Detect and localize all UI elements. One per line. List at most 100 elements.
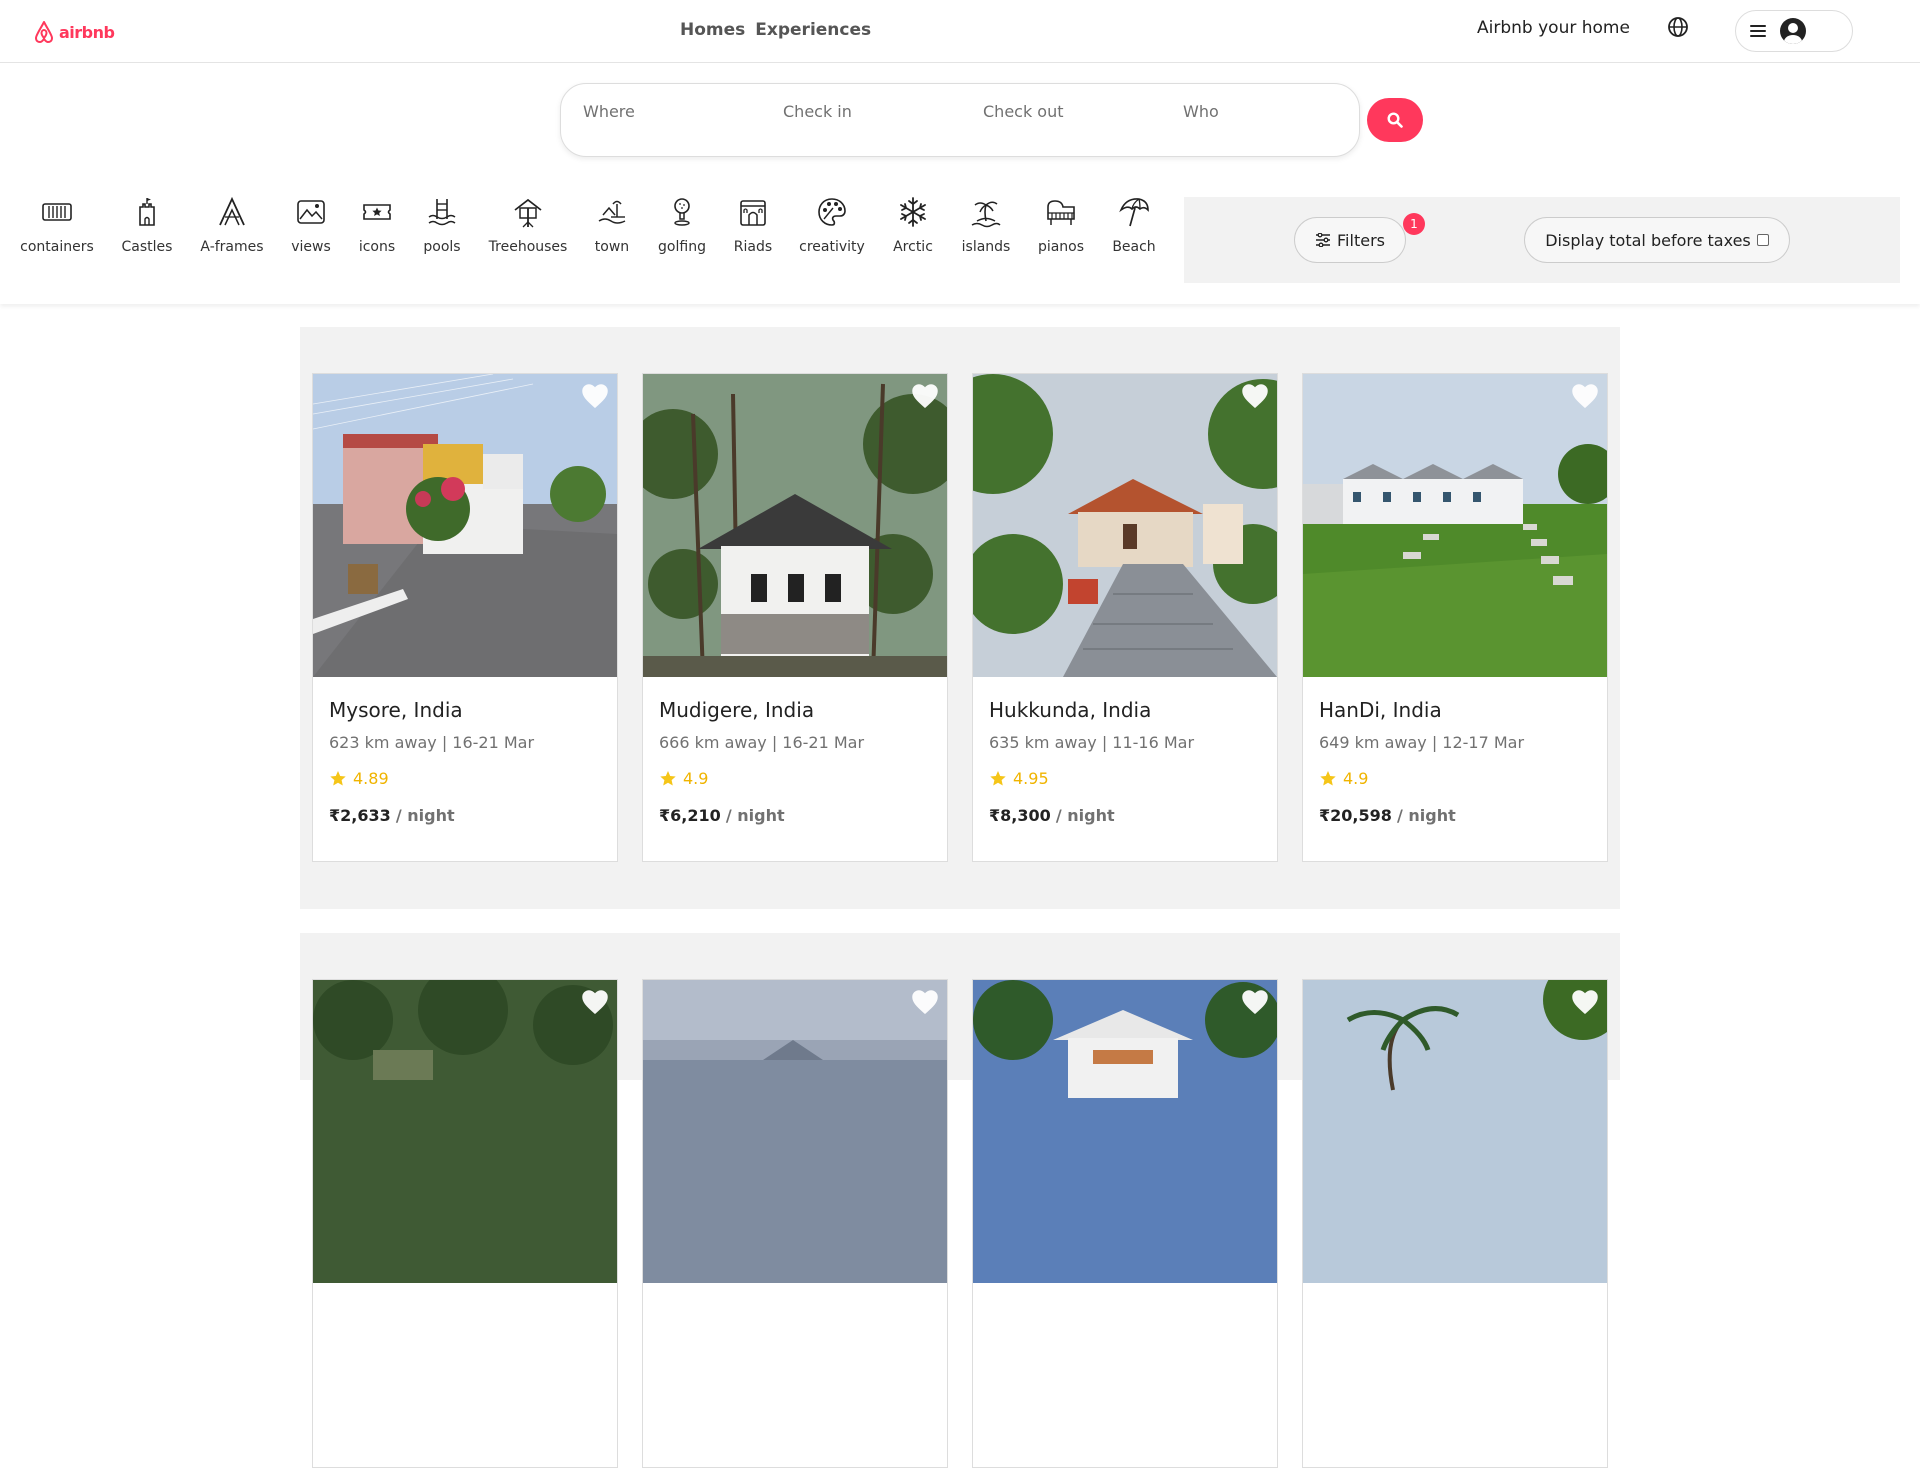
listing-photo[interactable] [973,374,1277,677]
listing-rating: 4.9 [1319,769,1595,788]
search-icon [1387,112,1403,128]
a-frame-icon [214,194,250,230]
hamburger-icon [1750,25,1766,37]
check-out-field[interactable]: Check out [983,102,1064,121]
category-treehouses[interactable]: Treehouses [484,194,572,255]
listing-title: Mysore, India [329,698,463,722]
logo-text: airbnb [59,22,115,42]
airbnb-logo-icon [35,21,53,43]
category-label: views [291,239,331,255]
category-icons[interactable]: icons [352,194,402,255]
listing-details: Mysore, India 623 km away | 16-21 Mar 4.… [329,698,605,825]
listing-card[interactable]: Mysore, India 623 km away | 16-21 Mar 4.… [312,373,618,862]
category-riads[interactable]: Riads [728,194,778,255]
heart-icon[interactable] [911,989,939,1015]
listing-title: HanDi, India [1319,698,1442,722]
riad-icon [735,194,771,230]
heart-icon[interactable] [1571,989,1599,1015]
star-icon [1320,771,1336,786]
star-icon [330,771,346,786]
listing-distance-dates: 666 km away | 16-21 Mar [659,733,865,752]
listing-photo[interactable] [313,980,617,1283]
listing-photo[interactable] [1303,374,1607,677]
heart-icon[interactable] [581,989,609,1015]
category-label: Arctic [893,239,933,255]
listing-photo[interactable] [643,374,947,677]
category-pools[interactable]: pools [416,194,468,255]
nav-experiences[interactable]: Experiences [755,20,871,40]
category-label: islands [961,239,1011,255]
listing-details: Hukkunda, India 635 km away | 11-16 Mar … [989,698,1265,825]
heart-icon[interactable] [1571,383,1599,409]
filters-button[interactable]: Filters 1 [1294,213,1425,263]
main-nav: Homes Experiences [680,20,871,40]
category-label: creativity [799,239,865,255]
listing-photo[interactable] [1303,980,1607,1283]
category-islands[interactable]: islands [960,194,1012,255]
display-total-checkbox[interactable] [1756,234,1769,246]
listing-card[interactable] [972,979,1278,1468]
listing-photo[interactable] [313,374,617,677]
listing-card[interactable] [1302,979,1608,1468]
rating-value: 4.95 [1013,769,1049,788]
views-icon [293,194,329,230]
category-label: A-frames [200,239,264,255]
palette-icon [814,194,850,230]
category-pianos[interactable]: pianos [1034,194,1088,255]
airbnb-logo[interactable]: airbnb [33,20,115,44]
icons-icon [359,194,395,230]
listing-title: Mudigere, India [659,698,815,722]
treehouse-icon [510,194,546,230]
category-label: Castles [121,239,173,255]
globe-icon[interactable] [1667,16,1689,38]
listing-card[interactable] [312,979,618,1468]
listing-price: ₹20,598 / night [1319,806,1595,825]
category-views[interactable]: views [286,194,336,255]
category-beach[interactable]: Beach [1110,194,1158,255]
filter-panel: Filters 1 Display total before taxes [1184,197,1900,283]
listings-section [300,933,1620,1468]
price-value: ₹2,633 [329,806,391,825]
piano-icon [1043,194,1079,230]
price-unit: / night [1055,806,1115,825]
listing-distance-dates: 649 km away | 12-17 Mar [1319,733,1525,752]
listing-photo[interactable] [643,980,947,1283]
check-in-field[interactable]: Check in [783,102,852,121]
category-town[interactable]: town [588,194,636,255]
listing-card[interactable]: Hukkunda, India 635 km away | 11-16 Mar … [972,373,1278,862]
nav-homes[interactable]: Homes [680,20,745,40]
listing-card[interactable] [642,979,948,1468]
category-golfing[interactable]: golfing [654,194,710,255]
who-field[interactable]: Who [1183,102,1219,121]
airbnb-your-home-link[interactable]: Airbnb your home [1477,18,1630,38]
category-containers[interactable]: containers [20,194,94,255]
search-button[interactable] [1367,98,1423,142]
price-value: ₹6,210 [659,806,721,825]
display-total-label: Display total before taxes [1545,230,1751,250]
listing-card[interactable]: HanDi, India 649 km away | 12-17 Mar 4.9… [1302,373,1608,862]
category-creativity[interactable]: creativity [796,194,868,255]
category-label: containers [20,239,94,255]
user-menu-button[interactable] [1735,10,1853,52]
category-castles[interactable]: Castles [120,194,174,255]
heart-icon[interactable] [911,383,939,409]
category-a-frames[interactable]: A-frames [198,194,266,255]
heart-icon[interactable] [1241,383,1269,409]
listing-card[interactable]: Mudigere, India 666 km away | 16-21 Mar … [642,373,948,862]
listing-distance-dates: 623 km away | 16-21 Mar [329,733,535,752]
container-icon [39,194,75,230]
listing-price: ₹8,300 / night [989,806,1265,825]
price-unit: / night [725,806,785,825]
heart-icon[interactable] [1241,989,1269,1015]
price-value: ₹8,300 [989,806,1051,825]
listing-photo[interactable] [973,980,1277,1283]
display-total-toggle[interactable]: Display total before taxes [1524,217,1790,263]
where-field[interactable]: Where [583,102,635,121]
listings-section: Mysore, India 623 km away | 16-21 Mar 4.… [300,327,1620,909]
snowflake-icon [895,194,931,230]
category-bar: containers Castles A-frames views icons … [0,180,1920,304]
heart-icon[interactable] [581,383,609,409]
filters-label: Filters [1337,230,1385,250]
category-arctic[interactable]: Arctic [888,194,938,255]
listing-title: Hukkunda, India [989,698,1152,722]
